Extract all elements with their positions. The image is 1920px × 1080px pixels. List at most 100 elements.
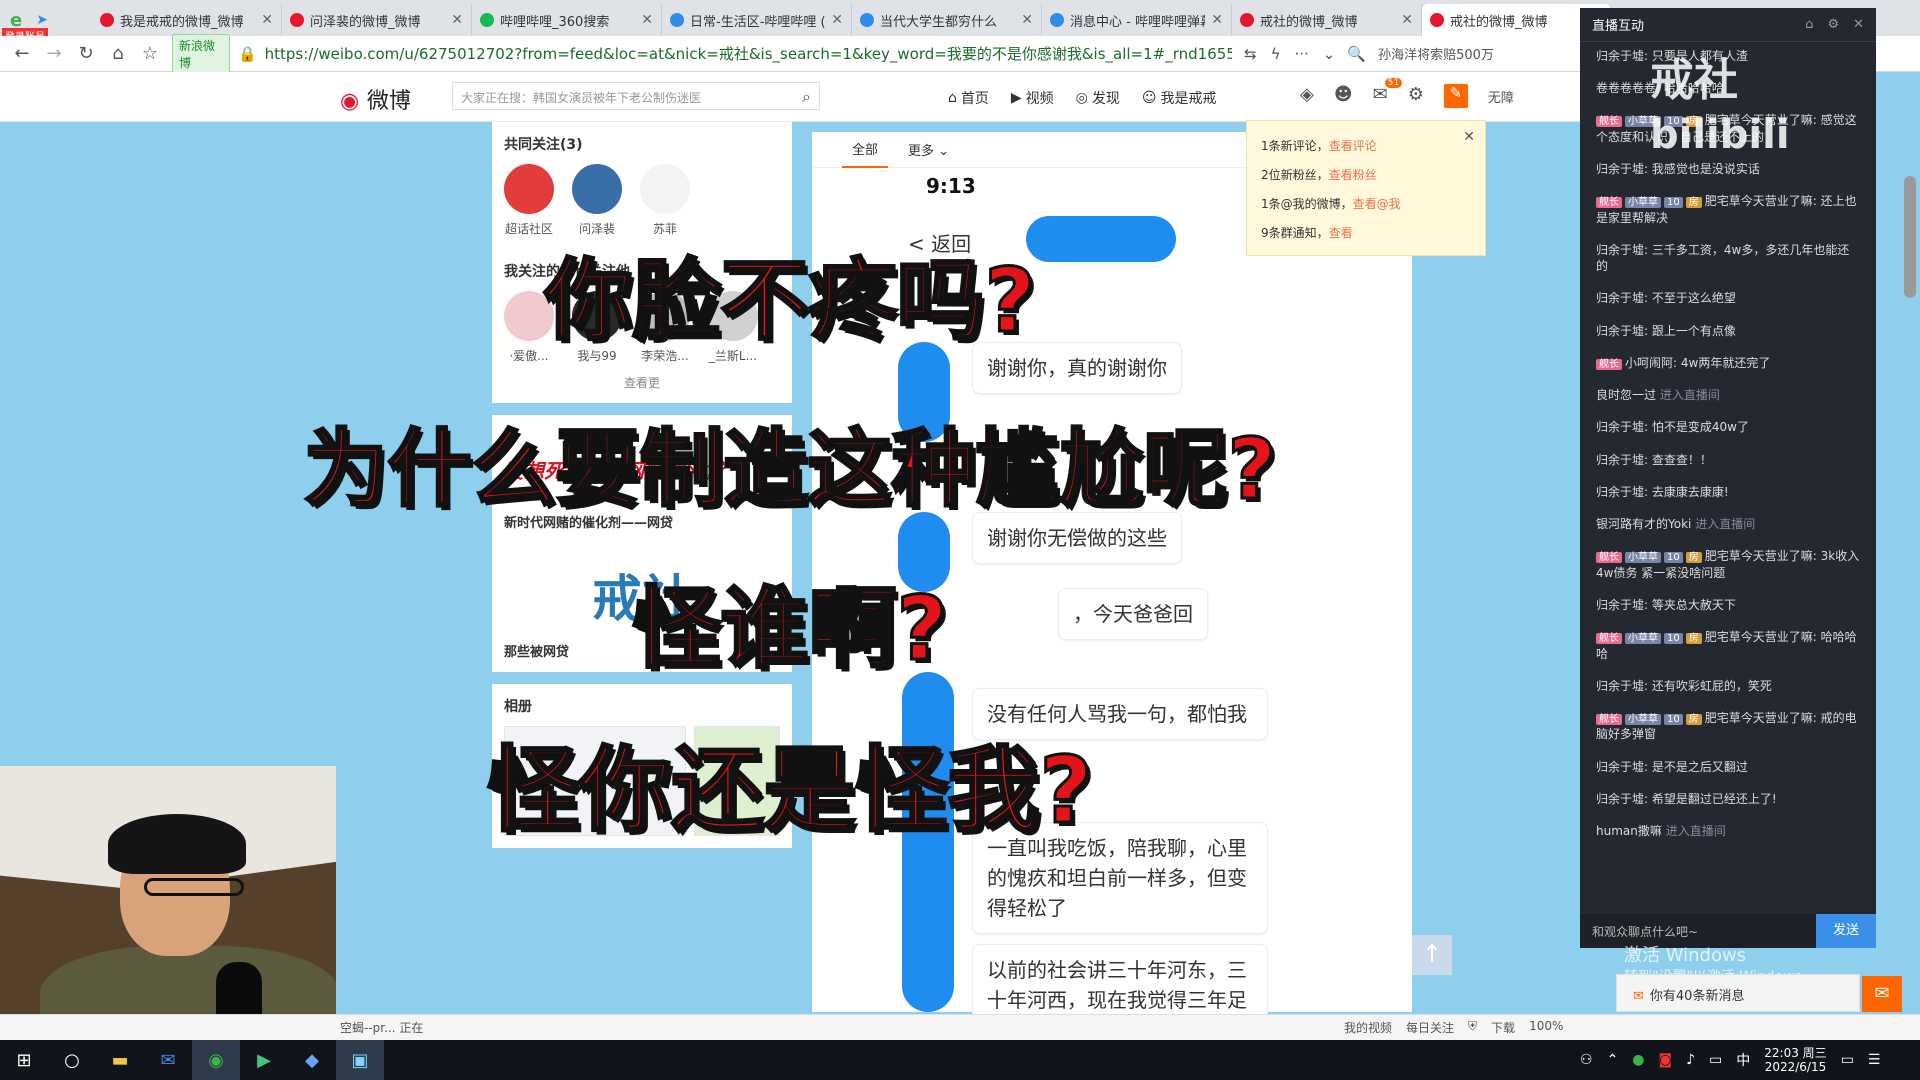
network-icon[interactable]: ▭ xyxy=(1709,1052,1722,1068)
chevron-up-icon[interactable]: ⌃ xyxy=(1607,1052,1619,1068)
zoom-level[interactable]: 100% xyxy=(1529,1019,1563,1036)
chat-user[interactable]: 归余于墟: xyxy=(1596,420,1648,434)
browser-tab[interactable]: 戒社的微博_微博 ✕ xyxy=(1232,4,1422,36)
chat-message[interactable]: 归余于墟: 三千多工资，4w多，多还几年也能还的 xyxy=(1596,242,1860,274)
weibo-search-input[interactable]: 大家正在搜：韩国女演员被年下老公制伤迷医 ⌕ xyxy=(452,82,820,110)
app-icon[interactable]: ◆ xyxy=(288,1040,336,1080)
app-icon[interactable]: ▣ xyxy=(336,1040,384,1080)
home-icon[interactable]: ⌂ xyxy=(108,43,128,64)
lightning-icon[interactable]: ϟ xyxy=(1271,45,1281,63)
chat-message[interactable]: 舰长 小草草 10 房肥宅草今天营业了嘛: 戒的电脑好多弹窗 xyxy=(1596,710,1860,743)
url-field[interactable]: 新浪微博 🔒 https://weibo.com/u/6275012702?fr… xyxy=(172,33,1232,74)
accessibility-link[interactable]: 无障 xyxy=(1488,87,1514,108)
folder-icon[interactable]: ▬ xyxy=(96,1040,144,1080)
smiley-icon[interactable]: ☻ xyxy=(1334,84,1353,108)
media-player-icon[interactable]: ▶ xyxy=(240,1040,288,1080)
browser-tab[interactable]: 哔哩哔哩_360搜索 ✕ xyxy=(472,4,662,36)
close-icon[interactable]: ✕ xyxy=(451,12,463,28)
chat-message[interactable]: 归余于墟: 查查查！！ xyxy=(1596,452,1860,468)
chat-user[interactable]: 良时忽一过 xyxy=(1596,388,1656,402)
chat-message-list[interactable]: 归余于墟: 只要是人都有人渣 卷卷卷卷卷: 哈哈哈哈哈 舰长 小草草 10 房肥宅草今天… xyxy=(1580,42,1876,861)
weibo-logo[interactable]: ◉ 微博 xyxy=(340,83,411,115)
chat-user[interactable]: human撒嘛 xyxy=(1596,824,1662,838)
forward-icon[interactable]: → xyxy=(44,43,64,64)
user-avatar[interactable]: 问泽裴 xyxy=(572,164,622,237)
gear-icon[interactable]: ⚙ xyxy=(1408,84,1424,108)
user-avatar[interactable]: 超话社区 xyxy=(504,164,554,237)
download-button[interactable]: 下载 xyxy=(1491,1019,1515,1036)
secure-site-badge[interactable]: 新浪微博 xyxy=(172,33,230,74)
compose-button[interactable]: ✎ xyxy=(1443,84,1468,108)
chat-input[interactable]: 和观众聊点什么吧~ xyxy=(1580,914,1816,948)
address-search-hint[interactable]: 孙海洋将索赔500万 xyxy=(1378,44,1494,63)
chat-message[interactable]: 归余于墟: 不至于这么绝望 xyxy=(1596,290,1860,306)
new-message-toast[interactable]: ✉ 你有40条新消息 xyxy=(1616,974,1860,1012)
chat-user[interactable]: 归余于墟: xyxy=(1596,162,1648,176)
close-icon[interactable]: ✕ xyxy=(1853,17,1864,32)
tab-all[interactable]: 全部 xyxy=(842,131,889,168)
chat-message[interactable]: 归余于墟: 是不是之后又翻过 xyxy=(1596,759,1860,775)
app-tray-icon[interactable]: ◙ xyxy=(1659,1052,1673,1068)
nav-video[interactable]: ▶ 视频 xyxy=(1011,88,1054,108)
chevron-down-icon[interactable]: ⌄ xyxy=(1323,45,1336,63)
favorite-icon[interactable]: ☆ xyxy=(140,43,160,64)
daily-follow-button[interactable]: 每日关注 xyxy=(1406,1019,1454,1036)
chat-user[interactable]: 归余于墟: xyxy=(1596,760,1648,774)
chat-message[interactable]: 良时忽一过 进入直播间 xyxy=(1596,387,1860,403)
game-icon[interactable]: ◈ xyxy=(1300,84,1314,108)
reload-icon[interactable]: ↻ xyxy=(76,43,96,64)
chat-user[interactable]: 归余于墟: xyxy=(1596,243,1648,257)
browser-tab[interactable]: 问泽裴的微博_微博 ✕ xyxy=(282,4,472,36)
chat-user[interactable]: 肥宅草今天营业了嘛: xyxy=(1705,711,1817,725)
notification-link[interactable]: 查看粉丝 xyxy=(1329,168,1377,182)
nav-discover[interactable]: ◎ 发现 xyxy=(1076,88,1120,108)
nav-profile[interactable]: ☺ 我是戒戒 xyxy=(1142,88,1217,108)
close-icon[interactable]: ✕ xyxy=(641,12,653,28)
see-more-link[interactable]: 查看更 xyxy=(504,374,780,391)
chat-user[interactable]: 小呵闹阿: xyxy=(1625,356,1677,370)
chat-message[interactable]: 归余于墟: 怕不是变成40w了 xyxy=(1596,419,1860,435)
browser-icon[interactable]: ◉ xyxy=(192,1040,240,1080)
chat-user[interactable]: 归余于墟: xyxy=(1596,291,1648,305)
chat-user[interactable]: 归余于墟: xyxy=(1596,324,1648,338)
my-video-button[interactable]: 我的视频 xyxy=(1344,1019,1392,1036)
shield-icon[interactable]: ⛨ xyxy=(1468,1019,1477,1036)
close-icon[interactable]: ✕ xyxy=(1211,12,1223,28)
back-to-top-button[interactable]: ↑ xyxy=(1412,935,1452,975)
clock[interactable]: 22:03 周三 2022/6/15 xyxy=(1764,1046,1826,1075)
people-icon[interactable]: ⚇ xyxy=(1580,1052,1593,1068)
search-icon[interactable]: ⌕ xyxy=(802,87,811,107)
chat-message[interactable]: 归余于墟: 我感觉也是没说实话 xyxy=(1596,161,1860,177)
chat-message[interactable]: 舰长 小草草 10 房肥宅草今天营业了嘛: 还上也是家里帮解决 xyxy=(1596,193,1860,226)
search-icon[interactable]: 🔍 xyxy=(1347,45,1366,63)
chat-user[interactable]: 归余于墟: xyxy=(1596,792,1648,806)
desktop-icon[interactable]: ▭ xyxy=(1841,1052,1854,1068)
chat-user[interactable]: 肥宅草今天营业了嘛: xyxy=(1705,549,1817,563)
mail-icon[interactable]: ✉ 51 xyxy=(1373,78,1403,108)
notification-link[interactable]: 查看评论 xyxy=(1329,139,1377,153)
tab-more[interactable]: 更多 ⌄ xyxy=(908,140,949,159)
windows-start-icon[interactable]: ⊞ xyxy=(0,1040,48,1080)
chat-user[interactable]: 归余于墟: xyxy=(1596,49,1648,63)
page-scrollbar[interactable] xyxy=(1904,176,1916,298)
chat-message[interactable]: 归余于墟: 等夹总大赦天下 xyxy=(1596,597,1860,613)
close-icon[interactable]: ✕ xyxy=(261,12,273,28)
ime-indicator[interactable]: 中 xyxy=(1736,1050,1750,1070)
chat-message[interactable]: 舰长 小呵闹阿: 4w两年就还完了 xyxy=(1596,355,1860,372)
paper-plane-icon[interactable]: ➤ xyxy=(36,12,48,28)
more-dots-icon[interactable]: ··· xyxy=(1294,45,1308,63)
chat-user[interactable]: 银河路有才的Yoki xyxy=(1596,517,1691,531)
back-icon[interactable]: ← xyxy=(12,43,32,64)
browser-tab[interactable]: 我是戒戒的微博_微博 ✕ xyxy=(92,4,282,36)
notification-center-icon[interactable]: ☰ xyxy=(1868,1052,1881,1068)
chat-message[interactable]: 归余于墟: 希望是翻过已经还上了! xyxy=(1596,791,1860,807)
chat-message[interactable]: 归余于墟: 还有吹彩虹屁的，笑死 xyxy=(1596,678,1860,694)
search-icon[interactable]: ○ xyxy=(48,1040,96,1080)
chat-message[interactable]: human撒嘛 进入直播间 xyxy=(1596,823,1860,839)
chat-message[interactable]: 归余于墟: 去康康去康康! xyxy=(1596,484,1860,500)
browser-tab[interactable]: 日常-生活区-哔哩哔哩 (✕ xyxy=(662,4,852,36)
notification-link[interactable]: 查看@我 xyxy=(1353,197,1401,211)
chat-user[interactable]: 归余于墟: xyxy=(1596,453,1648,467)
chat-message[interactable]: 舰长 小草草 10 房肥宅草今天营业了嘛: 哈哈哈哈 xyxy=(1596,629,1860,662)
chat-message[interactable]: 银河路有才的Yoki 进入直播间 xyxy=(1596,516,1860,532)
